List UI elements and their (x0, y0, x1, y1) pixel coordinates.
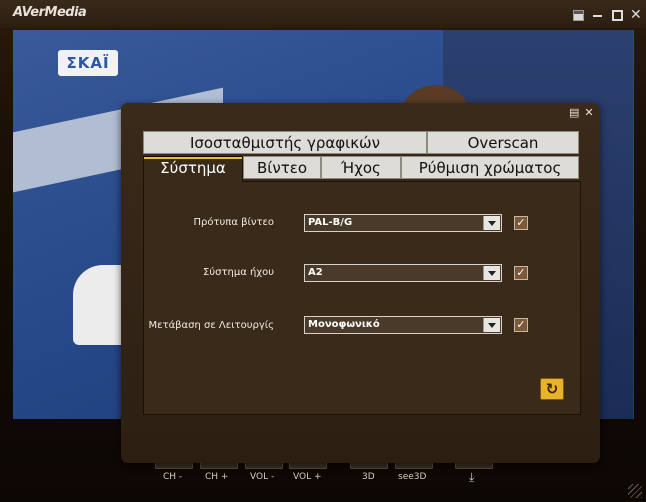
avermedia-window: AVerMedia ✕ ΣΚΑΪ CH - CH + VOL - VOL + 3… (0, 0, 646, 502)
video-standard-checkbox[interactable]: ✓ (514, 216, 528, 230)
video-standard-label: Πρότυπα βίντεο (193, 217, 274, 228)
tab-color-settings[interactable]: Ρύθμιση χρώματος (401, 156, 579, 179)
tab-audio[interactable]: Ήχος (321, 156, 401, 179)
settings-dialog: ▤ ✕ Ισοσταθμιστής γραφικών Overscan Πρότ… (121, 103, 600, 463)
title-bar[interactable]: AVerMedia ✕ (0, 0, 646, 28)
close-icon[interactable]: ✕ (630, 8, 642, 22)
audio-system-value: A2 (308, 267, 323, 278)
audio-system-label: Σύστημα ήχου (203, 267, 274, 278)
vol-minus-label: VOL - (250, 472, 275, 482)
mode-switch-value: Μονοφωνικό (308, 319, 380, 330)
ch-minus-label: CH - (163, 472, 183, 482)
chevron-down-icon[interactable] (483, 216, 500, 230)
channel-logo: ΣΚΑΪ (58, 50, 118, 76)
video-standard-value: PAL-B/G (308, 217, 353, 228)
video-standard-select[interactable]: PAL-B/G (304, 214, 502, 232)
tile-icon[interactable] (573, 10, 584, 21)
dialog-menu-icon[interactable]: ▤ (569, 107, 579, 118)
see3d-label: see3D (398, 472, 427, 482)
audio-system-select[interactable]: A2 (304, 264, 502, 282)
resize-grip[interactable] (628, 484, 642, 498)
brand-logo: AVerMedia (13, 5, 87, 20)
dialog-close-icon[interactable]: ✕ (584, 107, 594, 118)
tab-overscan[interactable]: Overscan (427, 131, 579, 154)
refresh-icon[interactable]: ↻ (540, 378, 564, 400)
tab-video[interactable]: Βίντεο (243, 156, 321, 179)
tab-panel-system: Πρότυπα βίντεο PAL-B/G ✓ Σύστημα ήχου A2… (143, 181, 581, 415)
mode-switch-select[interactable]: Μονοφωνικό (304, 316, 502, 334)
minimize-icon[interactable] (592, 10, 603, 21)
vol-plus-label: VOL + (293, 472, 322, 482)
mode-switch-checkbox[interactable]: ✓ (514, 318, 528, 332)
chevron-down-icon[interactable] (483, 318, 500, 332)
download-icon[interactable]: ⤓ (469, 470, 474, 485)
audio-system-checkbox[interactable]: ✓ (514, 266, 528, 280)
tab-graphic-equalizer[interactable]: Ισοσταθμιστής γραφικών (143, 131, 427, 154)
maximize-icon[interactable] (612, 10, 623, 21)
3d-label: 3D (362, 472, 375, 482)
chevron-down-icon[interactable] (483, 266, 500, 280)
mode-switch-label: Μετάβαση σε Λειτουργίς (148, 320, 274, 331)
ch-plus-label: CH + (205, 472, 229, 482)
tab-system[interactable]: Σύστημα (143, 156, 243, 182)
